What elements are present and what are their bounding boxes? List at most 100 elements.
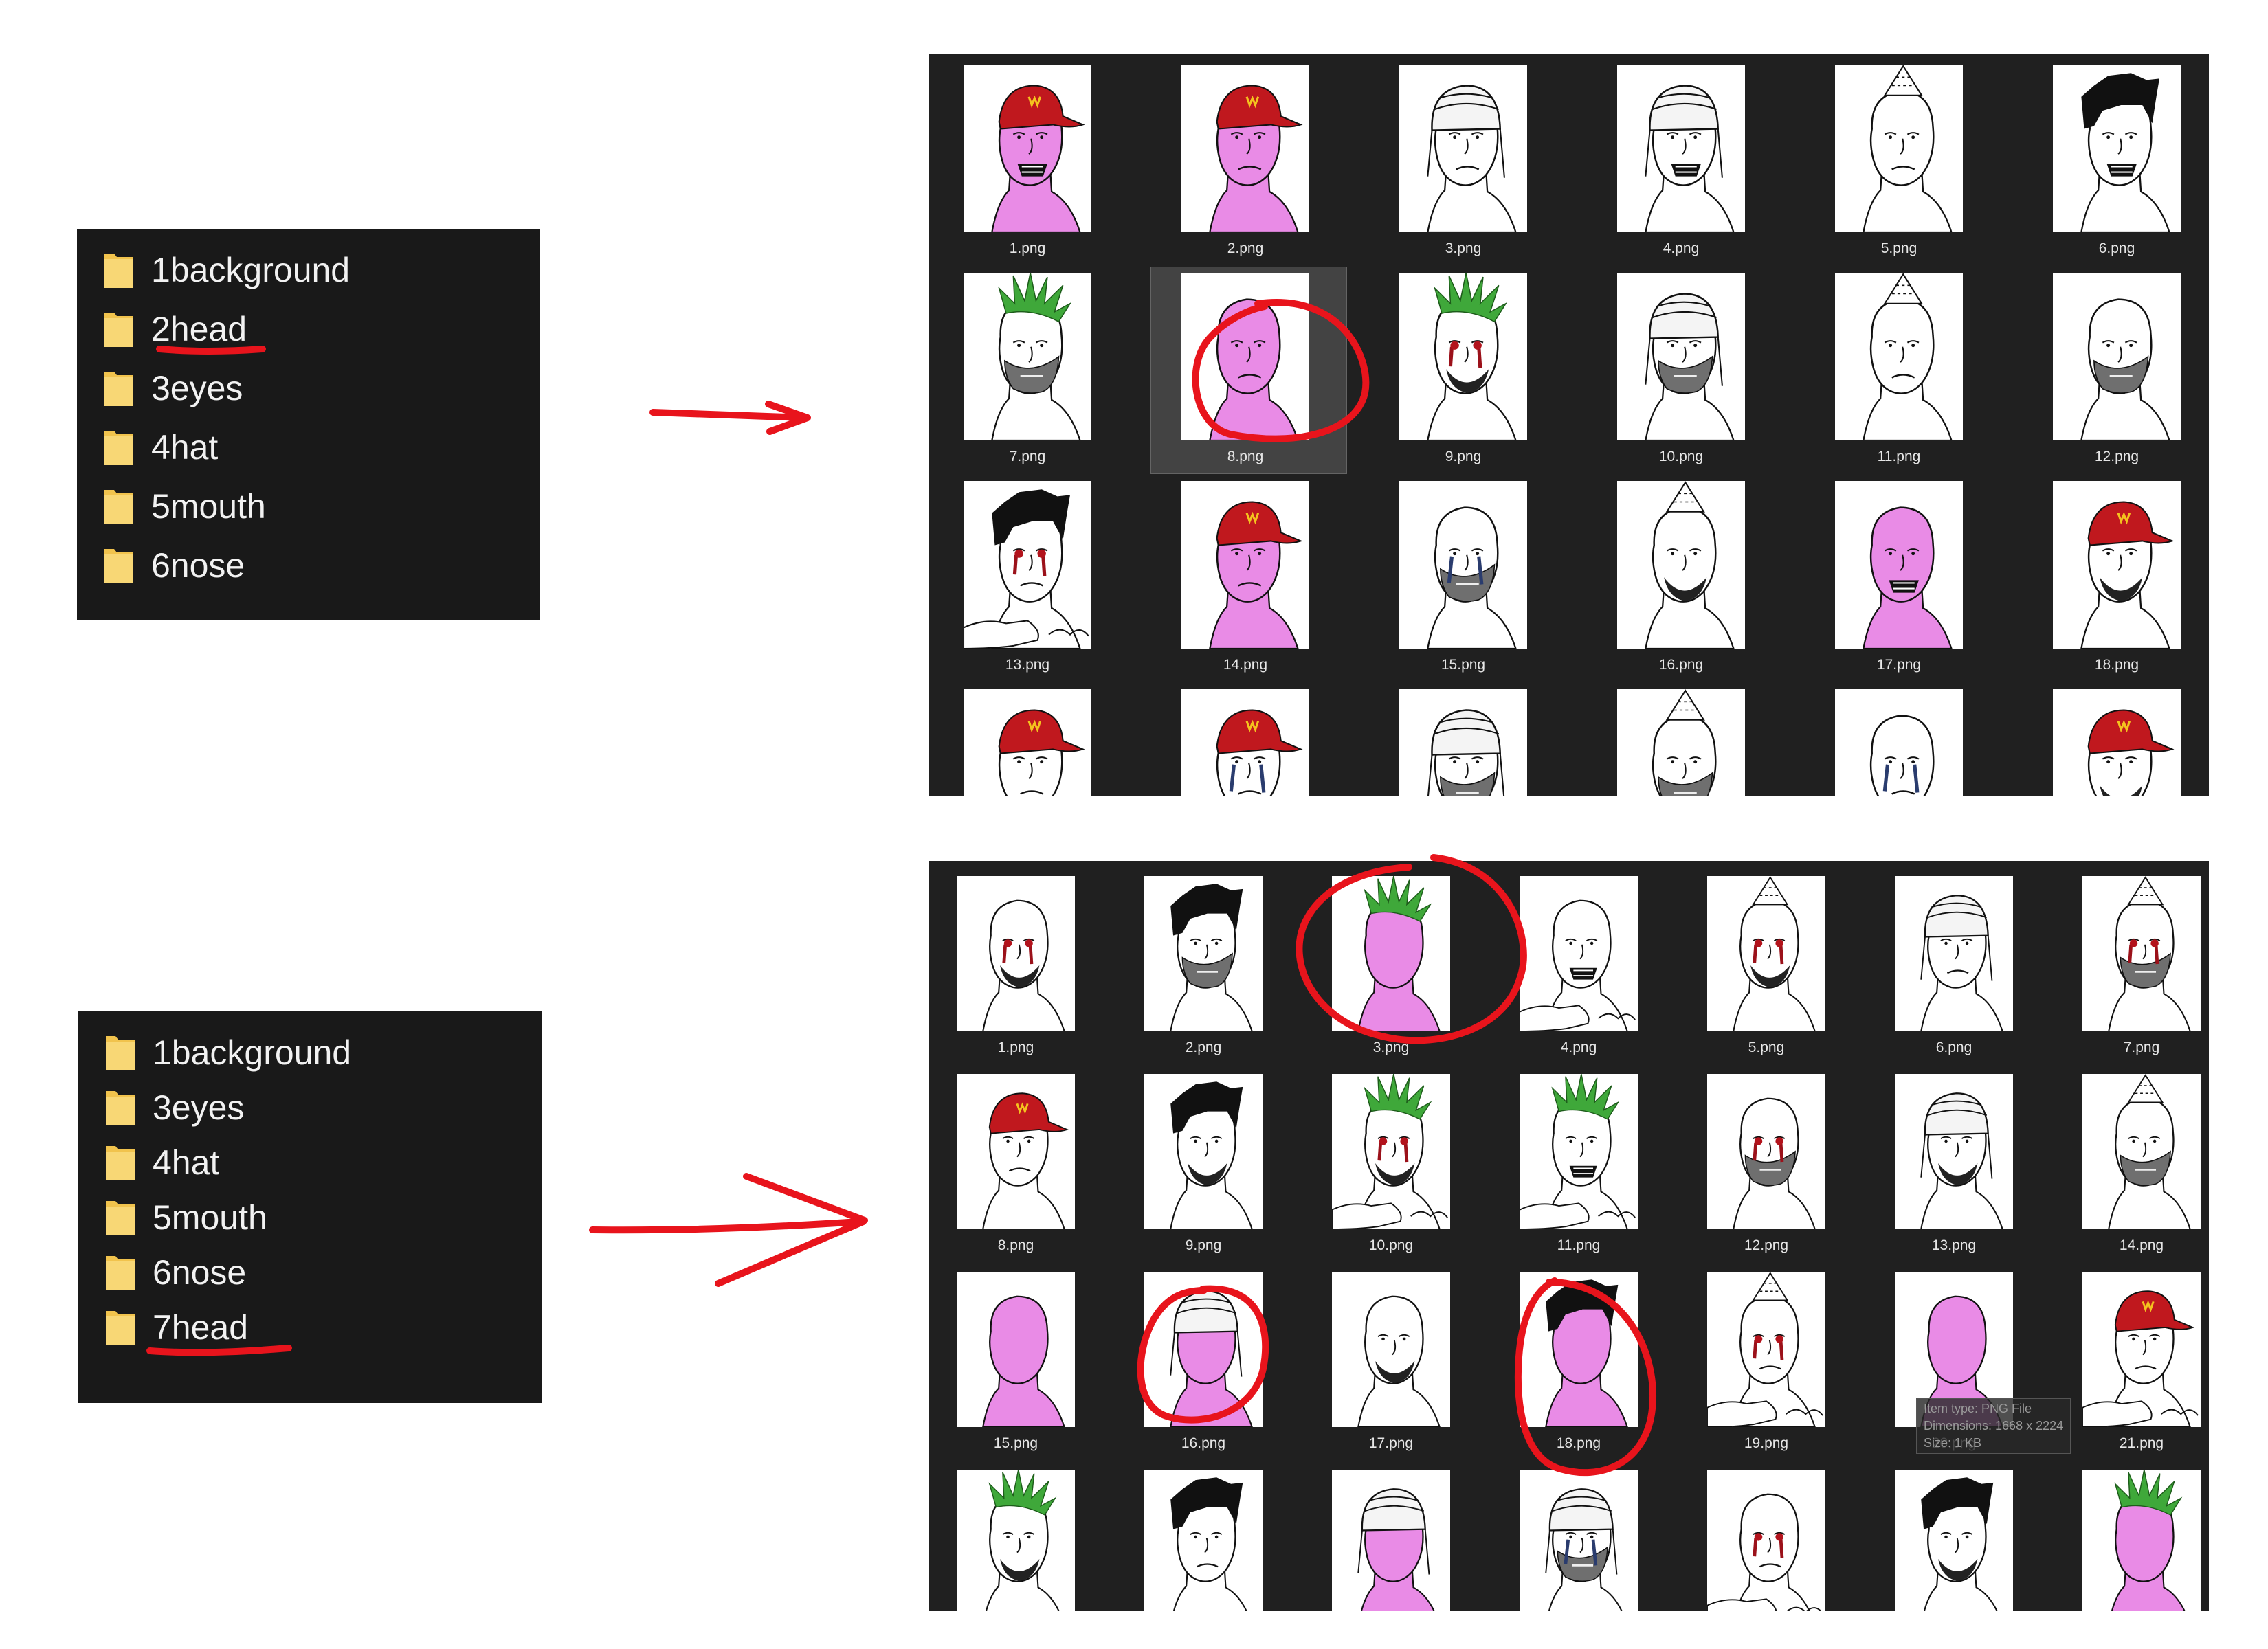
thumbnail-tile[interactable] <box>1520 1470 1638 1611</box>
thumbnail-filename: 1.png <box>997 1040 1034 1055</box>
thumbnail-tile[interactable]: 7.png <box>964 273 1091 468</box>
thumbnail-tile[interactable] <box>1835 689 1963 796</box>
folder-icon <box>103 369 135 407</box>
thumbnail-tile[interactable] <box>1895 1470 2013 1611</box>
thumbnail-tile[interactable]: 15.png <box>1399 481 1527 676</box>
thumbnail-tile[interactable]: 7.png <box>2082 876 2201 1059</box>
thumbnail-tile[interactable]: 11.png <box>1835 273 1963 468</box>
thumbnail-filename: 5.png <box>1748 1040 1785 1055</box>
thumbnail-tile[interactable]: 14.png <box>2082 1074 2201 1257</box>
thumbnail-tile[interactable] <box>964 689 1091 796</box>
thumbnail-tile[interactable]: 16.png <box>1617 481 1745 676</box>
thumbnail-tile[interactable] <box>1399 689 1527 796</box>
thumbnail-tile[interactable]: 18.png <box>2053 481 2181 676</box>
thumbnail-tile[interactable]: 1.png <box>964 65 1091 260</box>
thumbnail-tile[interactable]: 1.png <box>957 876 1075 1059</box>
folder-item[interactable]: 5mouth <box>104 1196 267 1239</box>
thumbnail-tile[interactable]: 8.png <box>1181 273 1309 468</box>
thumbnail-filename: 16.png <box>1181 1435 1226 1451</box>
thumbnail-filename: 19.png <box>1744 1435 1789 1451</box>
thumbnail-tile[interactable] <box>1144 1470 1263 1611</box>
thumbnail-tile[interactable]: 3.png <box>1399 65 1527 260</box>
thumbnail-tile[interactable]: 6.png <box>2053 65 2181 260</box>
folder-item[interactable]: 3eyes <box>103 366 243 410</box>
folder-item[interactable]: 4hat <box>103 425 218 469</box>
thumbnail-image <box>2053 65 2181 232</box>
thumbnail-image <box>1144 1470 1263 1611</box>
thumbnail-filename: 13.png <box>1005 657 1050 673</box>
folder-item[interactable]: 1background <box>103 248 350 292</box>
thumbnail-image <box>1332 876 1450 1031</box>
thumbnail-filename: 7.png <box>2123 1040 2160 1055</box>
thumbnail-tile[interactable]: 6.png <box>1895 876 2013 1059</box>
thumbnail-image <box>1144 876 1263 1031</box>
folder-item[interactable]: 5mouth <box>103 484 266 528</box>
folder-item[interactable]: 6nose <box>103 543 245 587</box>
thumbnail-tile[interactable]: 5.png <box>1707 876 1825 1059</box>
thumbnail-filename: 1.png <box>1009 240 1046 256</box>
thumbnail-image <box>1707 876 1825 1031</box>
thumbnail-tile[interactable]: 11.png <box>1520 1074 1638 1257</box>
thumbnail-filename: 18.png <box>2094 657 2139 673</box>
thumbnail-tile[interactable]: 18.png <box>1520 1272 1638 1455</box>
thumbnail-filename: 21.png <box>2119 1435 2164 1451</box>
thumbnail-tile[interactable]: 12.png <box>2053 273 2181 468</box>
thumbnail-tile[interactable] <box>1332 1470 1450 1611</box>
folder-item[interactable]: 6nose <box>104 1250 246 1294</box>
thumbnail-tile[interactable] <box>2053 689 2181 796</box>
thumbnail-image <box>1144 1074 1263 1229</box>
thumbnail-tile[interactable]: 17.png <box>1835 481 1963 676</box>
thumbnail-image <box>1835 273 1963 440</box>
thumbnail-image <box>957 1272 1075 1427</box>
thumbnail-tile[interactable] <box>1707 1470 1825 1611</box>
thumbnail-tile[interactable]: 2.png <box>1181 65 1309 260</box>
thumbnail-tile[interactable]: 10.png <box>1617 273 1745 468</box>
folder-label: 7head <box>153 1308 249 1347</box>
thumbnail-tile[interactable] <box>1181 689 1309 796</box>
thumbnail-tile[interactable] <box>1617 689 1745 796</box>
thumbnail-tile[interactable]: 4.png <box>1520 876 1638 1059</box>
thumbnail-tile[interactable]: 17.png <box>1332 1272 1450 1455</box>
thumbnail-image <box>1181 65 1309 232</box>
thumbnail-tile[interactable]: 19.png <box>1707 1272 1825 1455</box>
thumbnail-filename: 9.png <box>1185 1237 1222 1253</box>
thumbnail-tile[interactable]: 2.png <box>1144 876 1263 1059</box>
thumbnail-tile[interactable]: 9.png <box>1399 273 1527 468</box>
folder-item[interactable]: 3eyes <box>104 1086 244 1130</box>
tooltip-size: Size: 1 KB <box>1924 1436 1982 1450</box>
folder-icon <box>103 251 135 289</box>
tooltip-dimensions: Dimensions: 1668 x 2224 <box>1924 1419 2064 1433</box>
folder-item[interactable]: 2head <box>103 307 247 351</box>
folder-item[interactable]: 7head <box>104 1305 248 1349</box>
thumbnail-image <box>2082 1074 2201 1229</box>
thumbnail-image <box>1835 481 1963 649</box>
folder-icon <box>104 1253 136 1292</box>
thumbnail-grid-bottom: 1.png 2.png 3.png 4.png 5.png 6.png 7.png 8.png… <box>929 861 2209 1611</box>
folder-label: 4hat <box>153 1143 220 1182</box>
thumbnail-tile[interactable]: 3.png <box>1332 876 1450 1059</box>
thumbnail-tile[interactable]: 21.png <box>2082 1272 2201 1455</box>
thumbnail-tile[interactable]: 13.png <box>964 481 1091 676</box>
thumbnail-tile[interactable] <box>2082 1470 2201 1611</box>
thumbnail-tile[interactable]: 8.png <box>957 1074 1075 1257</box>
folder-label: 1background <box>151 251 351 289</box>
thumbnail-tile[interactable]: 12.png <box>1707 1074 1825 1257</box>
thumbnail-filename: 14.png <box>2119 1237 2164 1253</box>
thumbnail-filename: 14.png <box>1223 657 1268 673</box>
thumbnail-image <box>2053 481 2181 649</box>
thumbnail-tile[interactable]: 14.png <box>1181 481 1309 676</box>
thumbnail-tile[interactable]: 9.png <box>1144 1074 1263 1257</box>
thumbnail-tile[interactable]: 13.png <box>1895 1074 2013 1257</box>
thumbnail-tile[interactable]: 4.png <box>1617 65 1745 260</box>
thumbnail-tile[interactable]: 10.png <box>1332 1074 1450 1257</box>
thumbnail-tile[interactable] <box>957 1470 1075 1611</box>
thumbnail-tile[interactable]: 16.png <box>1144 1272 1263 1455</box>
folder-item[interactable]: 4hat <box>104 1141 219 1185</box>
thumbnail-filename: 9.png <box>1445 449 1482 464</box>
thumbnail-image <box>957 1074 1075 1229</box>
thumbnail-filename: 17.png <box>1876 657 1922 673</box>
thumbnail-tile[interactable]: 15.png <box>957 1272 1075 1455</box>
folder-item[interactable]: 1background <box>104 1031 351 1075</box>
arrow-top <box>649 401 811 435</box>
thumbnail-tile[interactable]: 5.png <box>1835 65 1963 260</box>
